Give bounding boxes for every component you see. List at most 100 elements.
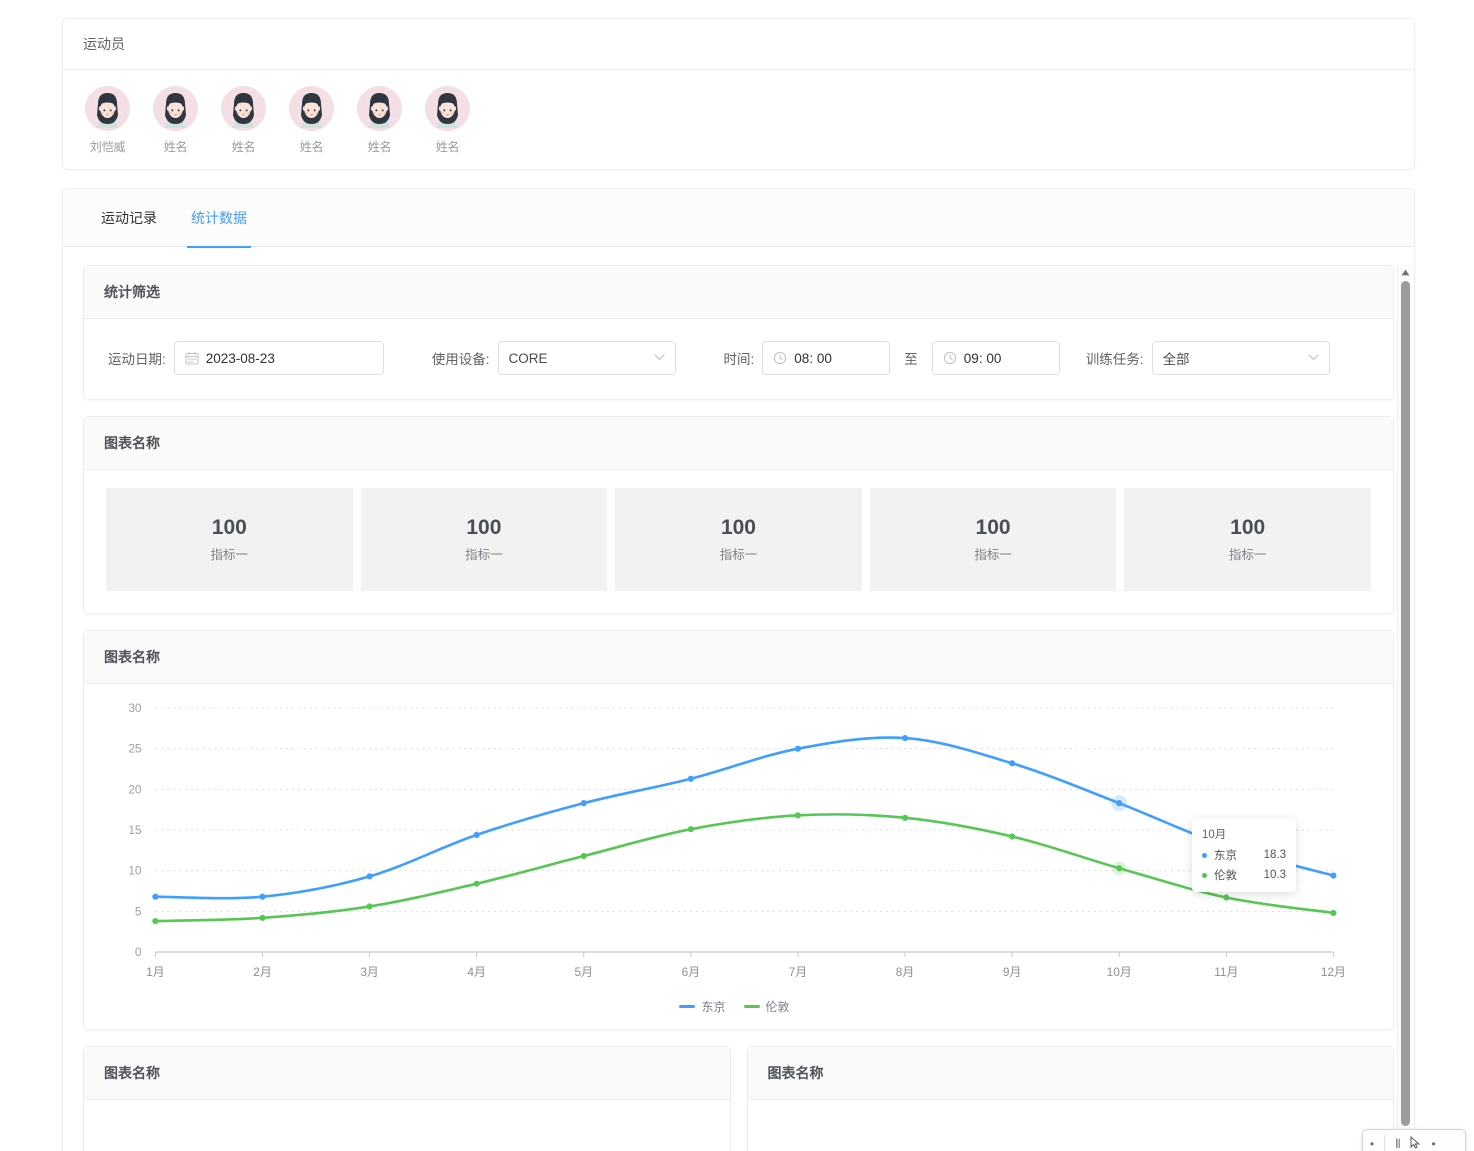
legend-item-tokyo[interactable]: 东京: [679, 998, 726, 1015]
bottom-card-right-title: 图表名称: [747, 1047, 1393, 1100]
data-point: [1223, 894, 1230, 901]
y-axis-tick-label: 5: [135, 904, 142, 918]
caret-up-icon: [1401, 269, 1410, 275]
series-line: [154, 736, 1335, 900]
device-value: CORE: [508, 350, 548, 366]
athlete-item[interactable]: 姓名: [289, 86, 334, 155]
dot-icon[interactable]: •: [1431, 1137, 1435, 1151]
filter-card-title: 统计筛选: [84, 266, 1393, 319]
x-axis-tick-label: 12月: [1321, 965, 1346, 979]
athlete-name: 姓名: [299, 140, 324, 154]
time-start-input[interactable]: 08: 00: [762, 341, 891, 375]
filter-row: 运动日期: 2023-08-23 使用设备: CORE 时间: 08: 00 至…: [84, 319, 1393, 399]
device-select[interactable]: CORE: [497, 341, 676, 375]
y-axis-tick-label: 10: [128, 864, 142, 878]
athletes-panel: 运动员 刘恺威 姓名 姓名 姓名 姓名 姓名: [62, 18, 1415, 170]
stat-label: 指标一: [210, 547, 249, 562]
time-start-value: 08: 00: [794, 350, 832, 366]
athlete-name: 刘恺威: [89, 140, 126, 154]
legend-swatch: [679, 1005, 696, 1008]
bottom-card-row: 图表名称 图表名称: [83, 1046, 1394, 1151]
athlete-name: 姓名: [231, 140, 256, 154]
data-point: [1009, 833, 1016, 840]
chevron-down-icon: [653, 352, 665, 364]
clock-icon: [773, 351, 787, 365]
date-field: 运动日期: 2023-08-23: [108, 341, 384, 375]
athlete-name: 姓名: [435, 140, 460, 154]
main-panel: 运动记录 统计数据 统计筛选 运动日期: 2023-08-23 使用设备: CO…: [62, 188, 1415, 1151]
line-chart-svg[interactable]: 0 5 10 15 20 25 30 1月 2月 3月 4月 5月 6月 7月 8月 9月 10月 11月 12月: [96, 694, 1373, 994]
chart-legend: 东京 伦敦: [96, 998, 1373, 1015]
stat-label: 指标一: [1228, 547, 1267, 562]
x-axis-tick-label: 9月: [1003, 965, 1021, 979]
tooltip-series-value: 18.3: [1263, 849, 1286, 861]
x-axis-tick-label: 11月: [1214, 965, 1238, 979]
avatar-face-icon: [357, 86, 402, 131]
tooltip-series-name: 东京: [1214, 850, 1237, 862]
athletes-panel-title: 运动员: [63, 19, 1414, 70]
y-axis-tick-label: 30: [128, 701, 142, 715]
stat-value: 100: [1230, 516, 1266, 540]
avatar: [221, 86, 266, 131]
stat-value: 100: [466, 516, 502, 540]
task-field: 训练任务: 全部: [1086, 341, 1330, 375]
avatar: [425, 86, 470, 131]
device-field: 使用设备: CORE: [432, 341, 676, 375]
x-axis-tick-label: 5月: [575, 965, 593, 979]
athlete-item[interactable]: 姓名: [357, 86, 402, 155]
data-point: [580, 852, 587, 860]
data-point: [473, 880, 480, 887]
legend-swatch: [743, 1005, 760, 1008]
data-point: [901, 734, 909, 742]
task-select[interactable]: 全部: [1151, 341, 1330, 375]
y-axis-tick-label: 25: [128, 742, 142, 756]
data-point: [259, 914, 266, 921]
stat-item: 100 指标一: [360, 488, 608, 591]
stat-item: 100 指标一: [1124, 488, 1371, 591]
tooltip-title: 10月: [1202, 829, 1227, 841]
corner-toolbar[interactable]: • ⦀ •: [1362, 1129, 1466, 1151]
avatar: [153, 86, 198, 131]
time-separator: 至: [904, 352, 918, 367]
data-point: [152, 917, 159, 925]
filter-card: 统计筛选 运动日期: 2023-08-23 使用设备: CORE 时间: 08:…: [83, 265, 1394, 400]
y-axis-tick-label: 20: [128, 782, 142, 796]
device-label: 使用设备:: [431, 352, 490, 367]
tooltip-dot-icon: [1202, 852, 1207, 858]
data-point: [473, 831, 480, 838]
data-point: [366, 903, 373, 910]
dot-icon[interactable]: •: [1370, 1137, 1374, 1151]
vertical-scrollbar[interactable]: [1397, 265, 1412, 1151]
tab-statistics[interactable]: 统计数据: [187, 189, 251, 248]
stat-item: 100 指标一: [106, 488, 353, 591]
data-point: [366, 873, 373, 880]
cursor-icon[interactable]: [1410, 1135, 1421, 1151]
divider: [1384, 1135, 1386, 1151]
menu-icon[interactable]: ⦀: [1395, 1137, 1400, 1151]
legend-label: 东京: [701, 1000, 726, 1014]
legend-item-london[interactable]: 伦敦: [743, 998, 790, 1015]
avatar: [357, 86, 402, 131]
athlete-item[interactable]: 姓名: [153, 86, 198, 155]
tooltip-series-value: 10.3: [1263, 869, 1286, 881]
athlete-item[interactable]: 刘恺威: [85, 86, 130, 155]
athlete-item[interactable]: 姓名: [221, 86, 266, 155]
tab-exercise-records[interactable]: 运动记录: [101, 189, 157, 247]
date-input[interactable]: 2023-08-23: [173, 341, 384, 375]
tooltip-dot-icon: [1202, 872, 1207, 878]
avatar-face-icon: [425, 86, 470, 131]
data-point: [794, 745, 802, 752]
avatar-face-icon: [289, 86, 334, 131]
bottom-card-left: 图表名称: [83, 1046, 731, 1151]
scroll-up-button[interactable]: [1398, 265, 1413, 279]
data-point: [1330, 909, 1337, 917]
time-end-input[interactable]: 09: 00: [931, 341, 1060, 375]
athlete-item[interactable]: 姓名: [425, 86, 470, 155]
panel-scroll-area: 统计筛选 运动日期: 2023-08-23 使用设备: CORE 时间: 08:…: [63, 247, 1414, 1151]
app-page: 运动员 刘恺威 姓名 姓名 姓名 姓名 姓名 运动记录 统计数据 统计筛选 运动…: [0, 0, 1474, 1151]
data-point: [1116, 800, 1123, 807]
data-point: [152, 893, 159, 900]
bottom-card-right: 图表名称: [746, 1046, 1394, 1151]
avatar-face-icon: [153, 86, 198, 131]
scrollbar-thumb[interactable]: [1401, 281, 1410, 1126]
